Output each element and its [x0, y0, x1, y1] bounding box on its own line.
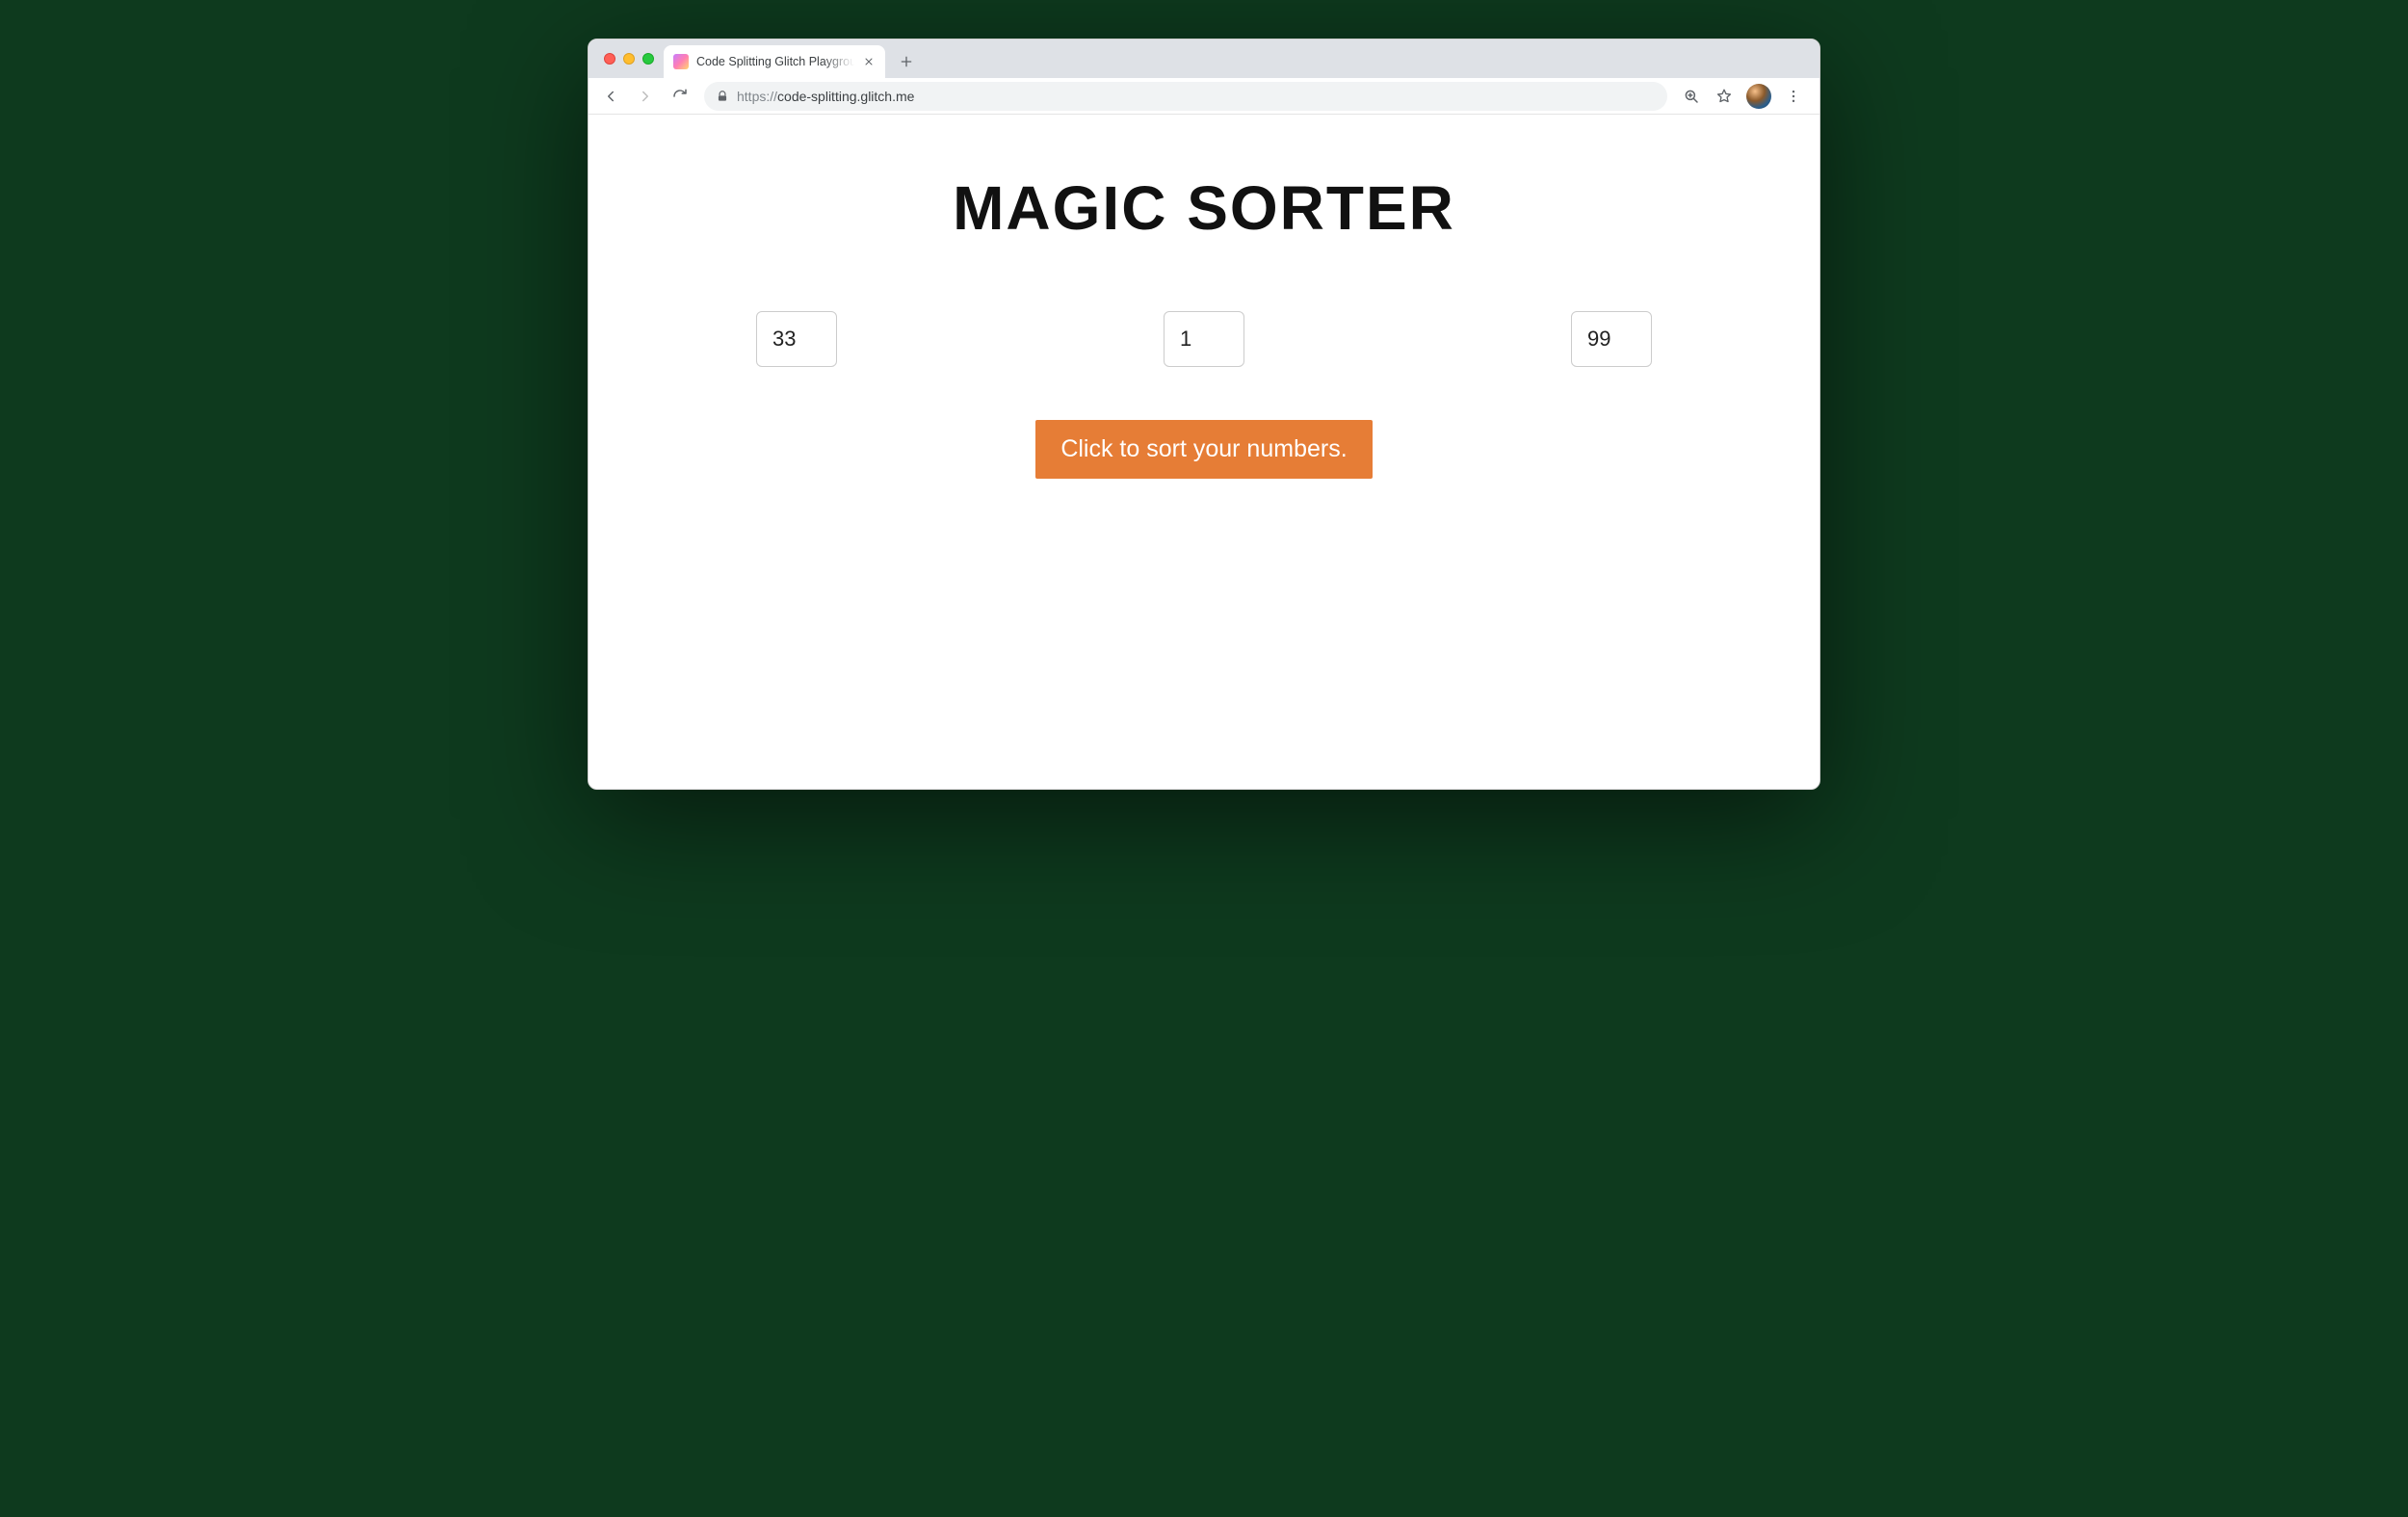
- profile-avatar[interactable]: [1746, 84, 1771, 109]
- close-window-button[interactable]: [604, 53, 615, 65]
- number-input-3[interactable]: [1571, 311, 1652, 367]
- browser-toolbar: https://code-splitting.glitch.me: [589, 78, 1819, 115]
- lock-icon: [716, 90, 729, 103]
- url-scheme: https://: [737, 89, 777, 104]
- maximize-window-button[interactable]: [642, 53, 654, 65]
- back-button[interactable]: [596, 82, 625, 111]
- page-content: MAGIC SORTER Click to sort your numbers.: [589, 115, 1819, 789]
- zoom-icon: [1683, 88, 1700, 105]
- number-inputs-row: [698, 311, 1710, 367]
- close-tab-button[interactable]: [862, 55, 876, 68]
- url-host: code-splitting.glitch.me: [777, 89, 914, 104]
- browser-window: Code Splitting Glitch Playground: [588, 39, 1820, 790]
- tab-title: Code Splitting Glitch Playground: [696, 55, 854, 68]
- minimize-window-button[interactable]: [623, 53, 635, 65]
- kebab-menu-icon: [1785, 88, 1802, 105]
- number-input-1[interactable]: [756, 311, 837, 367]
- page-title: MAGIC SORTER: [698, 172, 1710, 244]
- toolbar-right: [1677, 82, 1812, 111]
- address-bar[interactable]: https://code-splitting.glitch.me: [704, 82, 1667, 111]
- number-input-2[interactable]: [1164, 311, 1244, 367]
- forward-button[interactable]: [631, 82, 660, 111]
- zoom-button[interactable]: [1677, 82, 1706, 111]
- window-controls: [598, 39, 664, 78]
- close-icon: [863, 56, 875, 67]
- bookmark-button[interactable]: [1710, 82, 1739, 111]
- browser-tab[interactable]: Code Splitting Glitch Playground: [664, 45, 885, 78]
- arrow-left-icon: [602, 88, 619, 105]
- tab-strip: Code Splitting Glitch Playground: [589, 39, 1819, 78]
- plus-icon: [899, 54, 914, 69]
- browser-chrome: Code Splitting Glitch Playground: [588, 39, 1820, 790]
- reload-icon: [671, 88, 689, 105]
- new-tab-button[interactable]: [893, 48, 920, 75]
- reload-button[interactable]: [666, 82, 694, 111]
- favicon-icon: [673, 54, 689, 69]
- sort-button[interactable]: Click to sort your numbers.: [1035, 420, 1372, 479]
- menu-button[interactable]: [1779, 82, 1808, 111]
- page-inner: MAGIC SORTER Click to sort your numbers.: [698, 172, 1710, 479]
- arrow-right-icon: [637, 88, 654, 105]
- star-icon: [1715, 88, 1733, 105]
- url-text: https://code-splitting.glitch.me: [737, 89, 1656, 104]
